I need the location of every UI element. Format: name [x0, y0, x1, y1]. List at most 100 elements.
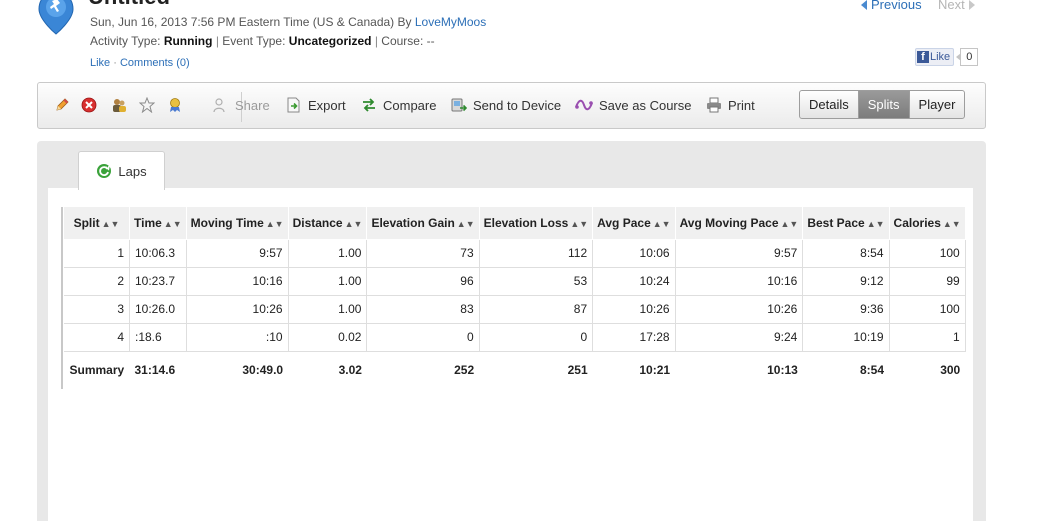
- facebook-like-count: 0: [956, 48, 979, 66]
- separator: |: [374, 34, 378, 48]
- column-header-distance[interactable]: Distance ▲▼: [287, 207, 368, 240]
- sort-icon: ▲▼: [652, 218, 671, 229]
- tab-player[interactable]: Player: [910, 91, 965, 118]
- chevron-left-icon: [861, 0, 867, 10]
- cell-elevation-gain: 73: [366, 239, 480, 268]
- activity-title[interactable]: Untitled: [88, 0, 170, 10]
- summary-avg-moving-pace: 10:13: [767, 363, 798, 378]
- owner-link[interactable]: LoveMyMoos: [415, 15, 486, 29]
- separator-dot: ·: [113, 57, 117, 69]
- cell-avg-pace: 17:28: [592, 323, 676, 352]
- cell-avg-moving-pace: 10:16: [675, 267, 804, 296]
- sort-icon: ▲▼: [265, 218, 284, 229]
- share-button[interactable]: Share: [213, 95, 270, 115]
- sort-icon: ▲▼: [344, 218, 363, 229]
- save-as-course-button[interactable]: Save as Course: [575, 95, 692, 115]
- tab-laps[interactable]: Laps: [78, 151, 165, 190]
- cell-calories: 100: [889, 295, 966, 324]
- course-icon: [575, 99, 593, 111]
- comments-link[interactable]: Comments (0): [120, 57, 190, 69]
- summary-elevation-gain: 252: [454, 363, 475, 378]
- course-value[interactable]: --: [427, 34, 435, 48]
- cell-split: 4: [63, 323, 130, 352]
- cell-best-pace: 9:12: [802, 267, 890, 296]
- cell-best-pace: 8:54: [802, 239, 890, 268]
- cell-avg-moving-pace: 9:57: [675, 239, 804, 268]
- cell-split: 1: [63, 239, 130, 268]
- cell-avg-moving-pace: 10:26: [675, 295, 804, 324]
- cell-calories: 1: [889, 323, 966, 352]
- cell-calories: 99: [889, 267, 966, 296]
- tab-details[interactable]: Details: [800, 91, 859, 118]
- table-row: 2 10:23.7 10:16 1.00 96 53 10:24 10:16 9…: [63, 267, 966, 296]
- summary-moving-time: 30:49.0: [242, 363, 284, 378]
- summary-distance: 3.02: [338, 363, 362, 378]
- facebook-like-widget: f Like 0: [915, 48, 979, 66]
- summary-calories: 300: [940, 363, 961, 378]
- cell-time: 10:26.0: [129, 295, 187, 324]
- compare-icon: [363, 98, 375, 112]
- column-header-split[interactable]: Split ▲▼: [63, 207, 130, 240]
- sort-icon: ▲▼: [570, 218, 589, 229]
- activity-toolbar: Share Export Compare Send to Device Save…: [37, 82, 986, 129]
- compare-label: Compare: [383, 97, 437, 113]
- chevron-right-icon: [968, 0, 975, 10]
- cell-distance: 0.02: [288, 323, 368, 352]
- sort-icon: ▲▼: [866, 218, 885, 229]
- activity-date: Sun, Jun 16, 2013 7:56 PM Eastern Time (…: [90, 15, 415, 29]
- view-mode-tabs: Details Splits Player: [799, 90, 966, 119]
- cell-moving-time: 9:57: [186, 239, 289, 268]
- star-icon[interactable]: [139, 97, 155, 113]
- column-header-time[interactable]: Time ▲▼: [129, 207, 187, 240]
- column-header-calories[interactable]: Calories ▲▼: [888, 207, 966, 240]
- column-header-avg-pace[interactable]: Avg Pace ▲▼: [592, 207, 676, 240]
- next-label: Next: [938, 0, 965, 12]
- table-row: 4 :18.6 :10 0.02 0 0 17:28 9:24 10:19 1: [63, 323, 966, 352]
- splits-table-container: Split ▲▼ Time ▲▼ Moving Time ▲▼ Distance ▲▼ …: [61, 207, 966, 389]
- column-header-best-pace[interactable]: Best Pace ▲▼: [802, 207, 890, 240]
- tab-splits[interactable]: Splits: [858, 91, 910, 118]
- export-button[interactable]: Export: [286, 95, 346, 115]
- print-button[interactable]: Print: [706, 95, 755, 115]
- cell-distance: 1.00: [288, 295, 368, 324]
- cell-elevation-gain: 83: [366, 295, 480, 324]
- cell-elevation-gain: 96: [366, 267, 480, 296]
- column-header-avg-moving-pace[interactable]: Avg Moving Pace ▲▼: [674, 207, 804, 240]
- cell-distance: 1.00: [288, 267, 368, 296]
- previous-link[interactable]: Previous: [861, 0, 922, 12]
- cell-avg-pace: 10:06: [592, 239, 676, 268]
- delete-icon[interactable]: [81, 97, 97, 113]
- compare-button[interactable]: Compare: [361, 95, 436, 115]
- cell-time: 10:06.3: [129, 239, 187, 268]
- column-header-moving-time[interactable]: Moving Time ▲▼: [185, 207, 289, 240]
- cell-avg-pace: 10:26: [592, 295, 676, 324]
- print-icon: [707, 97, 721, 113]
- next-link[interactable]: Next: [938, 0, 975, 12]
- cell-avg-moving-pace: 9:24: [675, 323, 804, 352]
- event-type-value[interactable]: Uncategorized: [289, 34, 372, 48]
- column-header-elevation-gain[interactable]: Elevation Gain ▲▼: [366, 207, 480, 240]
- facebook-like-button[interactable]: f Like: [915, 48, 955, 66]
- cell-elevation-loss: 0: [479, 323, 594, 352]
- course-label: Course:: [381, 34, 427, 48]
- sort-icon: ▲▼: [942, 218, 961, 229]
- social-links: Like · Comments (0): [90, 57, 190, 69]
- activity-type-label: Activity Type:: [90, 34, 164, 48]
- save-as-course-label: Save as Course: [599, 97, 692, 113]
- summary-label: Summary: [69, 363, 125, 378]
- sort-icon: ▲▼: [163, 218, 182, 229]
- table-row: 1 10:06.3 9:57 1.00 73 112 10:06 9:57 8:…: [63, 239, 966, 268]
- column-header-elevation-loss[interactable]: Elevation Loss ▲▼: [478, 207, 594, 240]
- cell-moving-time: 10:26: [186, 295, 289, 324]
- print-label: Print: [728, 97, 755, 113]
- cell-elevation-loss: 53: [479, 267, 594, 296]
- pencil-icon[interactable]: [54, 97, 70, 113]
- award-icon[interactable]: [167, 97, 183, 113]
- send-to-device-button[interactable]: Send to Device: [451, 95, 561, 115]
- people-icon[interactable]: [111, 97, 127, 113]
- like-link[interactable]: Like: [90, 57, 110, 69]
- facebook-icon: f: [917, 51, 929, 63]
- activity-type-value[interactable]: Running: [164, 34, 213, 48]
- cell-distance: 1.00: [288, 239, 368, 268]
- cell-avg-pace: 10:24: [592, 267, 676, 296]
